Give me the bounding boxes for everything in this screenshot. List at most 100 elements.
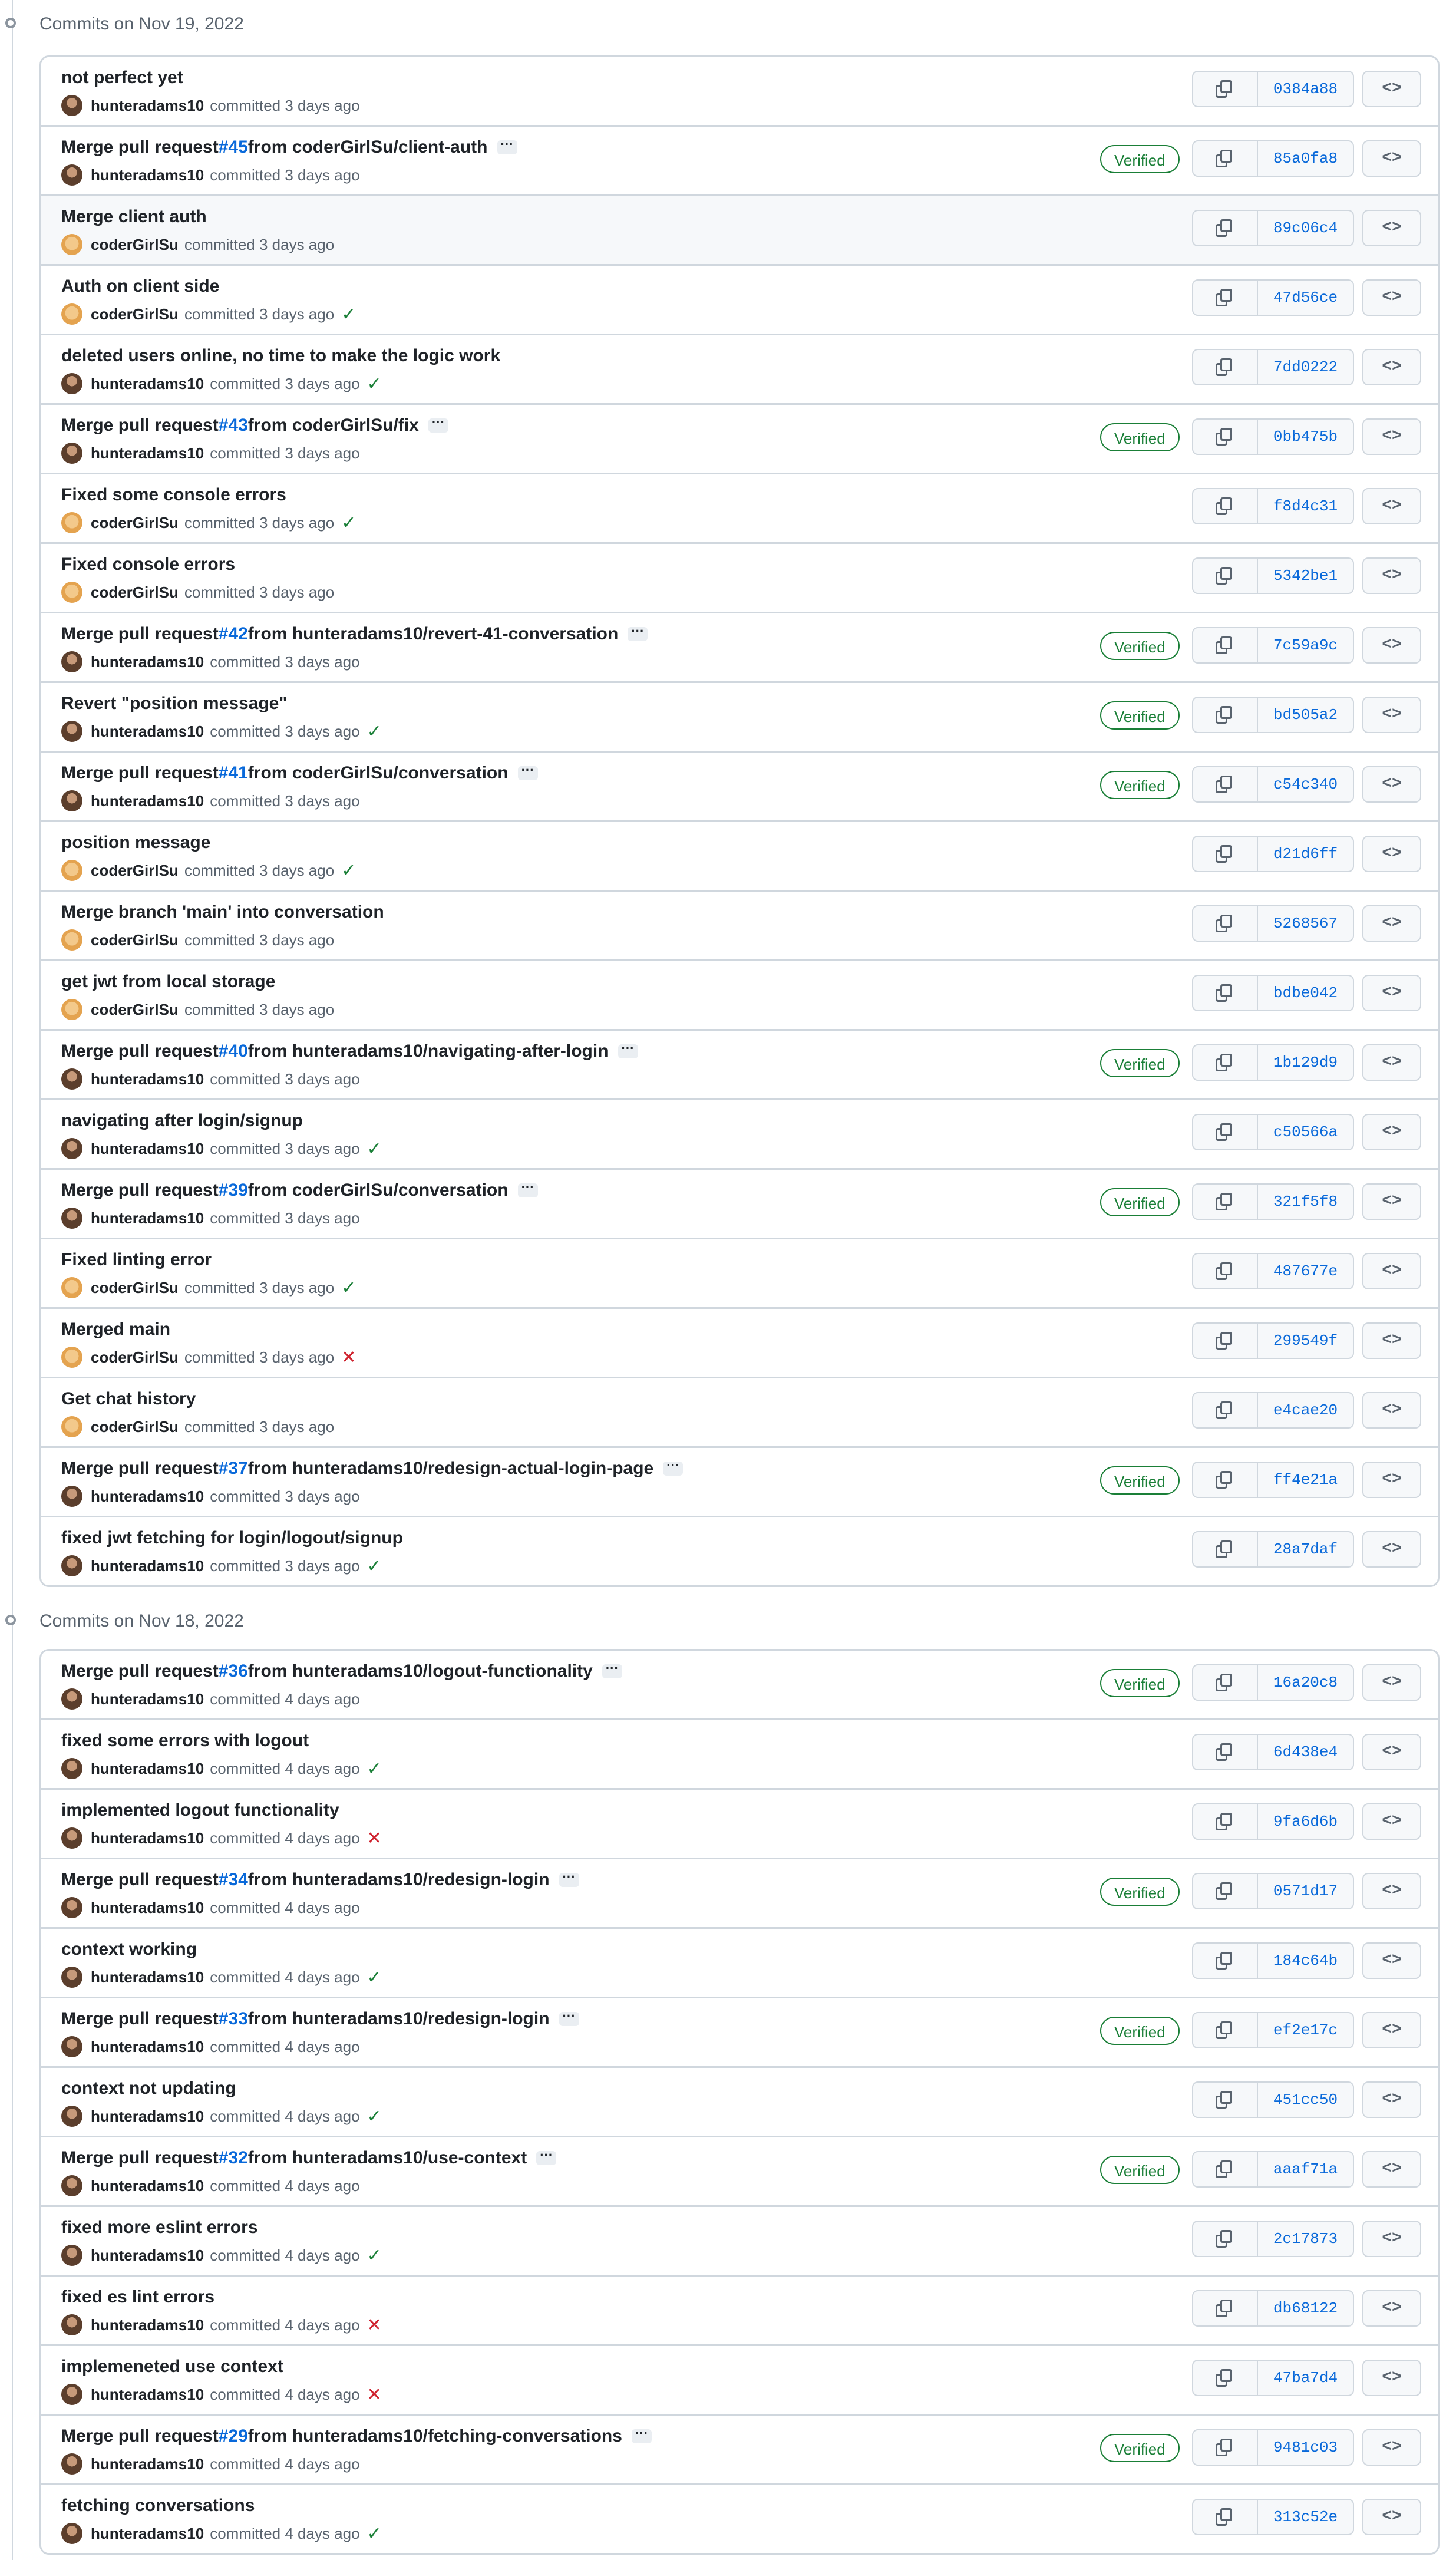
commit-sha-link[interactable]: c54c340 [1258, 767, 1353, 801]
check-success-icon[interactable]: ✓ [367, 1556, 382, 1576]
copy-sha-button[interactable] [1193, 767, 1258, 801]
avatar[interactable] [61, 1208, 82, 1229]
avatar[interactable] [61, 1967, 82, 1988]
avatar[interactable] [61, 1827, 82, 1849]
author-link[interactable]: coderGirlSu [91, 1418, 179, 1436]
author-link[interactable]: hunteradams10 [91, 1829, 204, 1848]
expand-description-button[interactable]: ··· [631, 2427, 652, 2443]
copy-sha-button[interactable] [1193, 281, 1258, 315]
check-failure-icon[interactable]: ✕ [367, 2315, 382, 2335]
commit-message-link[interactable]: fixed some errors with logout [61, 1731, 309, 1751]
commit-sha-link[interactable]: 28a7daf [1258, 1532, 1353, 1566]
commit-message-link[interactable]: from hunteradams10/use-context [248, 2148, 527, 2168]
browse-repo-button[interactable]: <> [1362, 1873, 1421, 1909]
avatar[interactable] [61, 1068, 82, 1090]
check-success-icon[interactable]: ✓ [367, 2245, 382, 2266]
browse-repo-button[interactable]: <> [1362, 140, 1421, 177]
check-success-icon[interactable]: ✓ [341, 304, 356, 325]
author-link[interactable]: hunteradams10 [91, 97, 204, 115]
browse-repo-button[interactable]: <> [1362, 1664, 1421, 1701]
commit-sha-link[interactable]: 0bb475b [1258, 420, 1353, 454]
expand-description-button[interactable]: ··· [497, 138, 517, 154]
avatar[interactable] [61, 582, 82, 603]
commit-sha-link[interactable]: d21d6ff [1258, 837, 1353, 871]
avatar[interactable] [61, 1277, 82, 1298]
avatar[interactable] [61, 164, 82, 186]
commit-message-link[interactable]: not perfect yet [61, 68, 183, 88]
avatar[interactable] [61, 2106, 82, 2127]
expand-description-button[interactable]: ··· [559, 1870, 579, 1887]
check-success-icon[interactable]: ✓ [341, 1278, 356, 1298]
commit-message-link[interactable]: position message [61, 833, 210, 853]
author-link[interactable]: hunteradams10 [91, 1487, 204, 1506]
commit-message-link[interactable]: from hunteradams10/redesign-actual-login… [248, 1459, 653, 1479]
author-link[interactable]: hunteradams10 [91, 2038, 204, 2056]
commit-message-link[interactable]: Merge pull request [61, 763, 219, 783]
commit-message-link[interactable]: Merge pull request [61, 2009, 219, 2029]
avatar[interactable] [61, 1758, 82, 1779]
commit-message-link[interactable]: navigating after login/signup [61, 1111, 303, 1131]
copy-sha-button[interactable] [1193, 1532, 1258, 1566]
browse-repo-button[interactable]: <> [1362, 905, 1421, 942]
copy-sha-button[interactable] [1193, 2430, 1258, 2465]
commit-message-link[interactable]: from hunteradams10/redesign-login [248, 1870, 550, 1890]
expand-description-button[interactable]: ··· [536, 2149, 557, 2165]
commit-message-link[interactable]: Merge client auth [61, 207, 207, 227]
avatar[interactable] [61, 303, 82, 325]
verified-badge[interactable]: Verified [1100, 632, 1180, 660]
commit-message-link[interactable]: from coderGirlSu/client-auth [248, 137, 488, 157]
commit-message-link[interactable]: Merge pull request [61, 2426, 219, 2446]
commit-sha-link[interactable]: 89c06c4 [1258, 211, 1353, 245]
copy-sha-button[interactable] [1193, 2500, 1258, 2534]
commit-message-link[interactable]: Fixed console errors [61, 555, 235, 575]
author-link[interactable]: coderGirlSu [91, 862, 179, 880]
author-link[interactable]: coderGirlSu [91, 1279, 179, 1297]
browse-repo-button[interactable]: <> [1362, 2360, 1421, 2396]
author-link[interactable]: coderGirlSu [91, 1001, 179, 1019]
commit-message-link[interactable]: from coderGirlSu/conversation [248, 1180, 509, 1200]
pull-request-link[interactable]: #41 [219, 763, 248, 783]
copy-sha-button[interactable] [1193, 350, 1258, 384]
pull-request-link[interactable]: #29 [219, 2426, 248, 2446]
author-link[interactable]: hunteradams10 [91, 1140, 204, 1158]
browse-repo-button[interactable]: <> [1362, 210, 1421, 246]
check-success-icon[interactable]: ✓ [367, 1139, 382, 1159]
check-success-icon[interactable]: ✓ [341, 513, 356, 533]
commit-sha-link[interactable]: 6d438e4 [1258, 1735, 1353, 1769]
copy-sha-button[interactable] [1193, 420, 1258, 454]
avatar[interactable] [61, 2523, 82, 2544]
author-link[interactable]: hunteradams10 [91, 653, 204, 671]
author-link[interactable]: hunteradams10 [91, 792, 204, 810]
author-link[interactable]: coderGirlSu [91, 514, 179, 532]
check-success-icon[interactable]: ✓ [367, 721, 382, 742]
verified-badge[interactable]: Verified [1100, 1878, 1180, 1906]
verified-badge[interactable]: Verified [1100, 1669, 1180, 1697]
commit-message-link[interactable]: from coderGirlSu/fix [248, 415, 419, 436]
browse-repo-button[interactable]: <> [1362, 2499, 1421, 2535]
verified-badge[interactable]: Verified [1100, 2017, 1180, 2045]
commit-sha-link[interactable]: f8d4c31 [1258, 489, 1353, 523]
check-success-icon[interactable]: ✓ [367, 1759, 382, 1779]
author-link[interactable]: hunteradams10 [91, 1209, 204, 1228]
copy-sha-button[interactable] [1193, 211, 1258, 245]
commit-sha-link[interactable]: 5342be1 [1258, 559, 1353, 593]
author-link[interactable]: hunteradams10 [91, 2107, 204, 2126]
copy-sha-button[interactable] [1193, 559, 1258, 593]
browse-repo-button[interactable]: <> [1362, 557, 1421, 594]
browse-repo-button[interactable]: <> [1362, 975, 1421, 1011]
copy-sha-button[interactable] [1193, 1944, 1258, 1978]
copy-sha-button[interactable] [1193, 2083, 1258, 2117]
browse-repo-button[interactable]: <> [1362, 2081, 1421, 2118]
commit-sha-link[interactable]: bd505a2 [1258, 698, 1353, 732]
browse-repo-button[interactable]: <> [1362, 279, 1421, 316]
avatar[interactable] [61, 234, 82, 255]
copy-sha-button[interactable] [1193, 698, 1258, 732]
verified-badge[interactable]: Verified [1100, 1049, 1180, 1077]
commit-message-link[interactable]: deleted users online, no time to make th… [61, 346, 500, 366]
commit-message-link[interactable]: from coderGirlSu/conversation [248, 763, 509, 783]
avatar[interactable] [61, 2245, 82, 2266]
commit-message-link[interactable]: Fixed linting error [61, 1250, 212, 1270]
commit-message-link[interactable]: Merge pull request [61, 1661, 219, 1681]
browse-repo-button[interactable]: <> [1362, 71, 1421, 107]
browse-repo-button[interactable]: <> [1362, 349, 1421, 385]
